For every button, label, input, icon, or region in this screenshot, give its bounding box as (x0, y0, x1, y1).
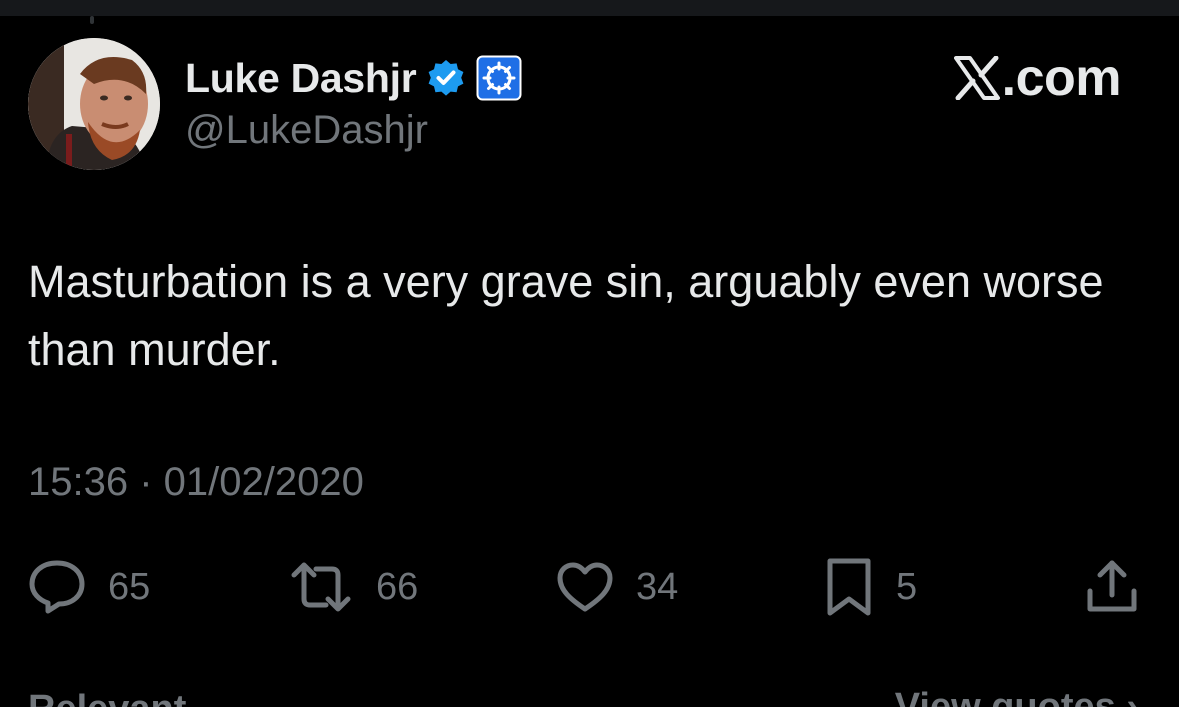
bookmark-icon (827, 558, 871, 616)
repost-icon (291, 562, 351, 612)
tweet-timestamp[interactable]: 15:36 · 01/02/2020 (28, 460, 364, 505)
repost-button[interactable]: 66 (288, 556, 418, 618)
tweet-text: Masturbation is a very grave sin, arguab… (28, 256, 1104, 375)
author-display-name[interactable]: Luke Dashjr (185, 55, 417, 102)
author-handle[interactable]: @LukeDashjr (185, 108, 428, 153)
like-button[interactable]: 34 (556, 556, 678, 618)
repost-count: 66 (376, 565, 419, 608)
scroll-indicator (90, 16, 94, 24)
x-logo-icon (953, 56, 1000, 100)
status-bar (0, 0, 1179, 16)
bookmark-count: 5 (896, 565, 918, 608)
heart-icon (557, 562, 613, 612)
affiliate-logo-icon[interactable] (476, 55, 522, 101)
replies-footer: Relevant ⌄ View quotes › (0, 682, 1179, 707)
brand-label: .com (1001, 49, 1122, 107)
reply-count: 65 (108, 565, 151, 608)
reply-icon (29, 560, 85, 614)
avatar[interactable] (28, 38, 160, 170)
sort-replies-dropdown[interactable]: Relevant ⌄ (28, 686, 229, 707)
author-name-row[interactable]: Luke Dashjr (185, 50, 522, 106)
avatar-image (28, 38, 160, 170)
view-quotes-link[interactable]: View quotes › (895, 686, 1139, 707)
share-button[interactable] (1084, 556, 1140, 618)
share-icon (1087, 560, 1137, 612)
tweet-actions-bar: 65 66 34 5 (28, 556, 1140, 618)
like-count: 34 (636, 565, 679, 608)
verified-check-icon (428, 60, 464, 96)
brand-watermark: .com (953, 49, 1122, 107)
bookmark-button[interactable]: 5 (824, 556, 917, 618)
reply-button[interactable]: 65 (28, 556, 150, 618)
